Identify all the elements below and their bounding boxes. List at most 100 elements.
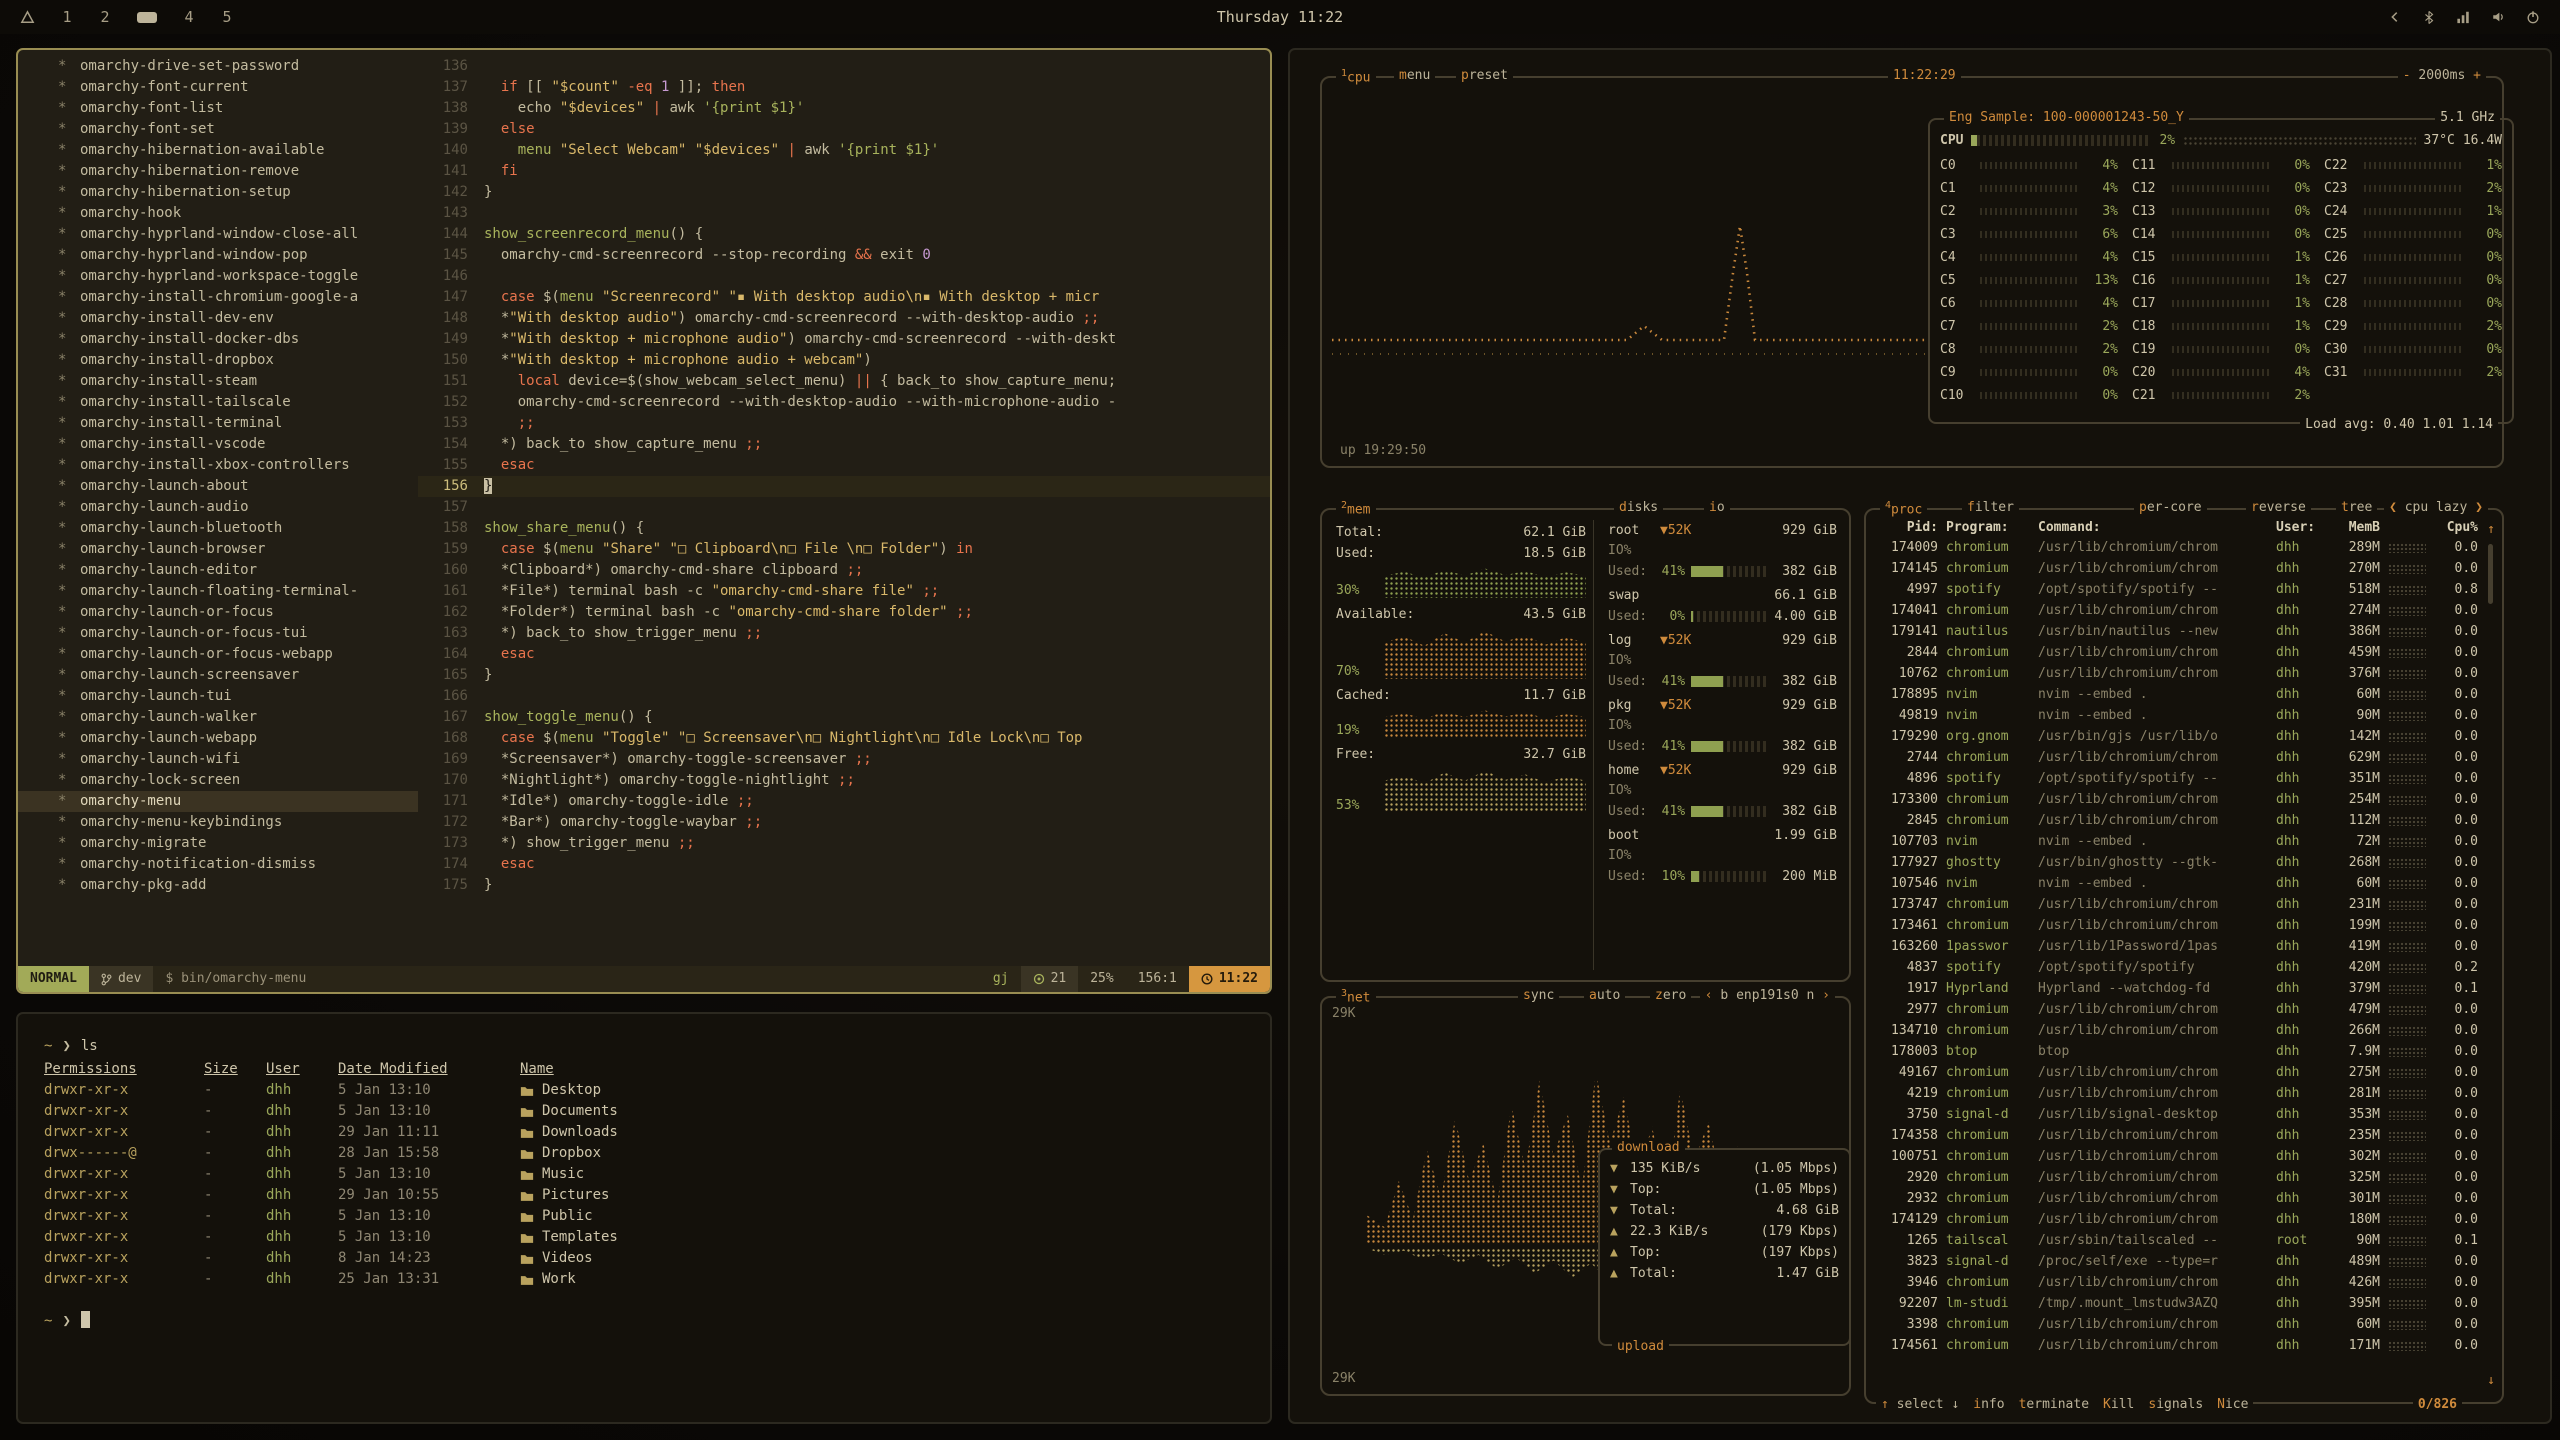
code-line[interactable]: 159 case $(menu "Share" "□ Clipboard\n□ … (418, 539, 1270, 560)
code-line[interactable]: 150 *"With desktop + microphone audio + … (418, 350, 1270, 371)
file-list-item[interactable]: * omarchy-launch-tui (18, 686, 418, 707)
workspace-button[interactable]: 4 (183, 8, 195, 26)
code-line[interactable]: 175 } (418, 875, 1270, 896)
net-interface-selector[interactable]: ‹ b enp191s0 n › (1700, 988, 1835, 1003)
chev­ron-left-icon[interactable] (2388, 10, 2402, 24)
proc-footer-action[interactable]: signals (2148, 1397, 2203, 1412)
code-line[interactable]: 156 } (418, 476, 1270, 497)
col-user[interactable]: User: (2276, 520, 2320, 535)
code-line[interactable]: 173 *) show_trigger_menu ;; (418, 833, 1270, 854)
mem-box-title[interactable]: 2mem (1336, 500, 1376, 517)
code-line[interactable]: 172 *Bar*) omarchy-toggle-waybar ;; (418, 812, 1270, 833)
proc-filter-button[interactable]: filter (1962, 500, 2019, 515)
io-tab[interactable]: io (1704, 500, 1730, 515)
process-row[interactable]: 179141 nautilus /usr/bin/nautilus --new … (1876, 621, 2478, 642)
cpu-box-title[interactable]: 1cpu (1336, 68, 1376, 85)
proc-percore-button[interactable]: per-core (2134, 500, 2207, 515)
file-list-item[interactable]: * omarchy-launch-browser (18, 539, 418, 560)
file-list-item[interactable]: * omarchy-install-dropbox (18, 350, 418, 371)
process-row[interactable]: 173747 chromium /usr/lib/chromium/chrom … (1876, 894, 2478, 915)
process-row[interactable]: 107546 nvim nvim --embed . dhh 60M 0.0 (1876, 873, 2478, 894)
col-mem[interactable]: MemB (2328, 520, 2380, 535)
file-list-item[interactable]: * omarchy-launch-or-focus (18, 602, 418, 623)
code-line[interactable]: 152 omarchy-cmd-screenrecord --with-desk… (418, 392, 1270, 413)
code-line[interactable]: 161 *File*) terminal bash -c "omarchy-cm… (418, 581, 1270, 602)
scroll-down-arrow[interactable]: ↓ (2487, 1373, 2495, 1388)
code-line[interactable]: 166 (418, 686, 1270, 707)
process-row[interactable]: 10762 chromium /usr/lib/chromium/chrom d… (1876, 663, 2478, 684)
process-row[interactable]: 173461 chromium /usr/lib/chromium/chrom … (1876, 915, 2478, 936)
preset-button[interactable]: preset (1456, 68, 1513, 83)
file-list-item[interactable]: * omarchy-lock-screen (18, 770, 418, 791)
code-pane[interactable]: 136 137 if [[ "$count" -eq 1 ]]; then 13… (418, 56, 1270, 966)
code-line[interactable]: 140 menu "Select Webcam" "$devices" | aw… (418, 140, 1270, 161)
proc-footer-action[interactable]: Kill (2103, 1397, 2134, 1412)
file-list-item[interactable]: * omarchy-hyprland-window-pop (18, 245, 418, 266)
proc-sort-selector[interactable]: ❮ cpu lazy ❯ (2384, 500, 2488, 515)
scroll-up-arrow[interactable]: ↑ (2487, 522, 2495, 537)
process-row[interactable]: 178003 btop btop dhh 7.9M 0.0 (1876, 1041, 2478, 1062)
process-row[interactable]: 173300 chromium /usr/lib/chromium/chrom … (1876, 789, 2478, 810)
code-line[interactable]: 168 case $(menu "Toggle" "□ Screensaver\… (418, 728, 1270, 749)
process-row[interactable]: 49819 nvim nvim --embed . dhh 90M 0.0 (1876, 705, 2478, 726)
code-line[interactable]: 148 *"With desktop audio") omarchy-cmd-s… (418, 308, 1270, 329)
update-interval-control[interactable]: - 2000ms + (2398, 68, 2486, 83)
terminal-window[interactable]: ~ ❯ ls Permissions Size User Date Modifi… (16, 1012, 1272, 1424)
power-icon[interactable] (2526, 10, 2540, 24)
code-line[interactable]: 163 *) back_to show_trigger_menu ;; (418, 623, 1270, 644)
code-line[interactable]: 151 local device=$(show_webcam_select_me… (418, 371, 1270, 392)
code-line[interactable]: 165 } (418, 665, 1270, 686)
volume-icon[interactable] (2491, 10, 2506, 24)
process-row[interactable]: 174358 chromium /usr/lib/chromium/chrom … (1876, 1125, 2478, 1146)
code-line[interactable]: 158 show_share_menu() { (418, 518, 1270, 539)
file-list-item[interactable]: * omarchy-launch-editor (18, 560, 418, 581)
file-list-item[interactable]: * omarchy-drive-set-password (18, 56, 418, 77)
code-line[interactable]: 147 case $(menu "Screenrecord" "▪ With d… (418, 287, 1270, 308)
code-line[interactable]: 157 (418, 497, 1270, 518)
code-line[interactable]: 138 echo "$devices" | awk '{print $1}' (418, 98, 1270, 119)
process-row[interactable]: 100751 chromium /usr/lib/chromium/chrom … (1876, 1146, 2478, 1167)
col-command[interactable]: Command: (2038, 520, 2268, 535)
process-row[interactable]: 134710 chromium /usr/lib/chromium/chrom … (1876, 1020, 2478, 1041)
file-list-item[interactable]: * omarchy-font-list (18, 98, 418, 119)
menu-button[interactable]: menu (1394, 68, 1435, 83)
file-list-item[interactable]: * omarchy-launch-audio (18, 497, 418, 518)
code-line[interactable]: 169 *Screensaver*) omarchy-toggle-screen… (418, 749, 1270, 770)
code-line[interactable]: 171 *Idle*) omarchy-toggle-idle ;; (418, 791, 1270, 812)
workspace-button[interactable]: 5 (221, 8, 233, 26)
process-row[interactable]: 2932 chromium /usr/lib/chromium/chrom dh… (1876, 1188, 2478, 1209)
process-row[interactable]: 1265 tailscal /usr/sbin/tailscaled -- ro… (1876, 1230, 2478, 1251)
process-row[interactable]: 174561 chromium /usr/lib/chromium/chrom … (1876, 1335, 2478, 1356)
file-list-item[interactable]: * omarchy-font-set (18, 119, 418, 140)
proc-footer-action[interactable]: terminate (2019, 1397, 2089, 1412)
code-line[interactable]: 145 omarchy-cmd-screenrecord --stop-reco… (418, 245, 1270, 266)
file-list-item[interactable]: * omarchy-pkg-add (18, 875, 418, 896)
net-sync-button[interactable]: sync (1518, 988, 1559, 1003)
signal-bars-icon[interactable] (2456, 10, 2471, 24)
code-line[interactable]: 146 (418, 266, 1270, 287)
col-program[interactable]: Program: (1946, 520, 2030, 535)
process-row[interactable]: 4219 chromium /usr/lib/chromium/chrom dh… (1876, 1083, 2478, 1104)
process-row[interactable]: 177927 ghostty /usr/bin/ghostty --gtk- d… (1876, 852, 2478, 873)
col-cpu[interactable]: Cpu% (2434, 520, 2478, 535)
process-row[interactable]: 107703 nvim nvim --embed . dhh 72M 0.0 (1876, 831, 2478, 852)
proc-reverse-button[interactable]: reverse (2246, 500, 2311, 515)
code-line[interactable]: 142 } (418, 182, 1270, 203)
file-list-pane[interactable]: * omarchy-drive-set-password * omarchy-f… (18, 56, 418, 966)
file-list-item[interactable]: * omarchy-install-dev-env (18, 308, 418, 329)
code-line[interactable]: 137 if [[ "$count" -eq 1 ]]; then (418, 77, 1270, 98)
file-list-item[interactable]: * omarchy-install-xbox-controllers (18, 455, 418, 476)
code-line[interactable]: 162 *Folder*) terminal bash -c "omarchy-… (418, 602, 1270, 623)
process-row[interactable]: 4997 spotify /opt/spotify/spotify -- dhh… (1876, 579, 2478, 600)
workspace-button[interactable]: 3 (137, 12, 157, 23)
process-row[interactable]: 2744 chromium /usr/lib/chromium/chrom dh… (1876, 747, 2478, 768)
file-list-item[interactable]: * omarchy-hyprland-window-close-all (18, 224, 418, 245)
file-list-item[interactable]: * omarchy-launch-about (18, 476, 418, 497)
file-list-item[interactable]: * omarchy-font-current (18, 77, 418, 98)
code-line[interactable]: 174 esac (418, 854, 1270, 875)
file-list-item[interactable]: * omarchy-install-docker-dbs (18, 329, 418, 350)
process-row[interactable]: 2845 chromium /usr/lib/chromium/chrom dh… (1876, 810, 2478, 831)
workspace-button[interactable]: 2 (99, 8, 111, 26)
file-list-item[interactable]: * omarchy-hook (18, 203, 418, 224)
workspace-button[interactable]: 1 (61, 8, 73, 26)
